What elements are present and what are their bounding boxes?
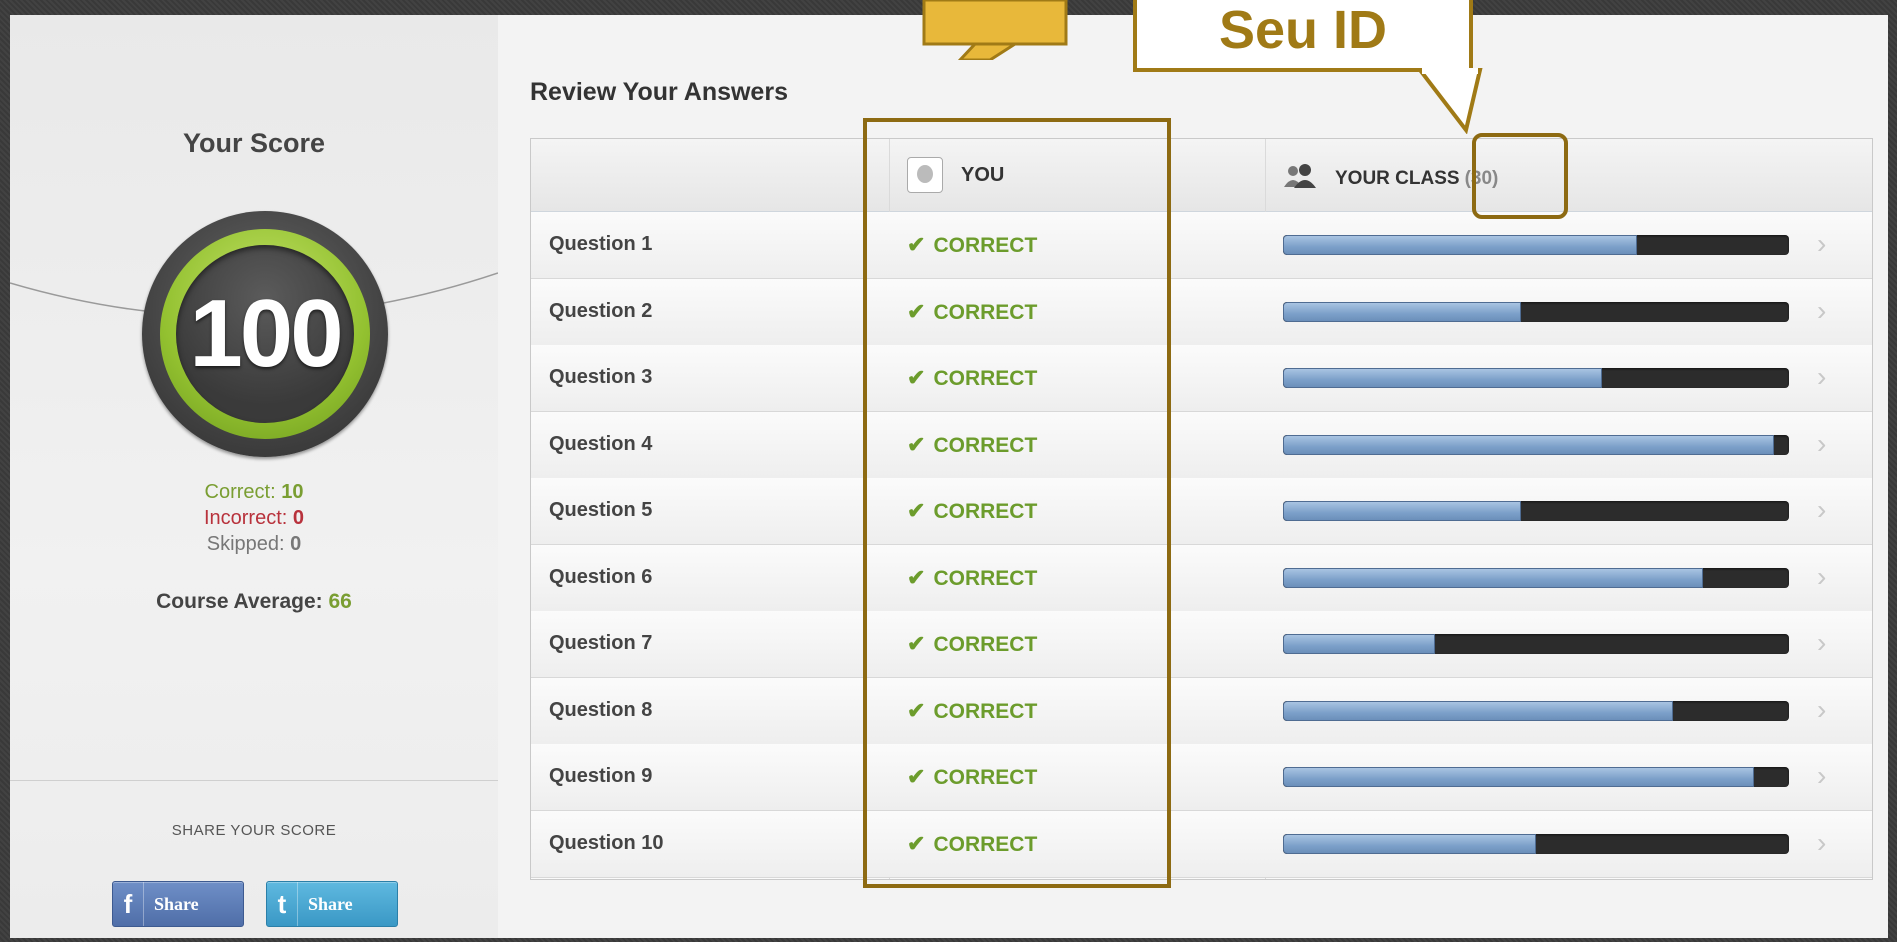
question-label: Question 1 [549,233,653,255]
answers-table: YOU YOUR CLASS (30) Question 1 ✔ CORRECT › Q… [530,138,1873,880]
class-progress-fill [1283,567,1703,588]
course-average-label: Course Average: [156,590,323,613]
stat-skipped: Skipped: 0 [10,533,498,556]
chevron-right-icon[interactable]: › [1817,561,1826,593]
class-progress-bar [1283,700,1789,721]
course-average-value: 66 [328,590,352,613]
score-sidebar: Your Score 100 Correct: 10 Incorrect: 0 … [10,15,499,938]
table-row[interactable]: Question 4 ✔ CORRECT › [531,411,1872,479]
class-column-header: YOUR CLASS (30) [1283,163,1498,195]
chevron-right-icon[interactable]: › [1817,228,1826,260]
table-row[interactable]: Question 1 ✔ CORRECT › [531,212,1872,279]
stat-skipped-label: Skipped: [206,533,285,555]
chevron-right-icon[interactable]: › [1817,694,1826,726]
chevron-right-icon[interactable]: › [1817,361,1826,393]
id-callout: Seu ID [1133,0,1473,72]
class-progress-fill [1283,301,1521,322]
class-progress-bar [1283,235,1789,255]
group-icon [1283,163,1317,195]
table-row[interactable]: Question 7 ✔ CORRECT › [531,611,1872,678]
facebook-share-label: Share [154,893,199,914]
class-progress-fill [1283,833,1536,854]
share-divider [10,780,498,781]
twitter-share-button[interactable]: t Share [266,881,398,927]
stat-incorrect-value: 0 [292,507,305,529]
review-title: Review Your Answers [530,78,788,106]
facebook-icon: f [123,888,133,919]
question-label: Question 8 [549,698,653,721]
question-label: Question 6 [549,565,653,588]
table-row[interactable]: Question 5 ✔ CORRECT › [531,478,1872,545]
chevron-right-icon[interactable]: › [1817,760,1826,792]
score-badge: 100 [142,211,388,457]
twitter-share-label: Share [308,893,353,914]
class-progress-fill [1283,235,1638,255]
question-label: Question 7 [549,632,653,654]
twitter-icon: t [277,888,287,919]
class-progress-bar [1283,434,1789,455]
stat-skipped-value: 0 [290,533,302,555]
class-progress-fill [1283,368,1602,388]
facebook-share-button[interactable]: f Share [112,881,244,927]
table-row[interactable]: Question 6 ✔ CORRECT › [531,544,1872,612]
table-row[interactable]: Question 8 ✔ CORRECT › [531,677,1872,745]
question-label: Question 3 [549,366,653,388]
callout-pointer [1415,68,1483,134]
stat-incorrect: Incorrect: 0 [10,507,498,530]
class-progress-bar [1283,567,1789,588]
stat-correct-value: 10 [281,481,304,503]
chevron-right-icon[interactable]: › [1817,627,1826,659]
score-value: 100 [189,280,343,387]
chevron-right-icon[interactable]: › [1817,494,1826,526]
course-average: Course Average: 66 [10,590,498,614]
class-progress-bar [1283,767,1789,787]
class-progress-fill [1283,501,1521,521]
table-row[interactable]: Question 3 ✔ CORRECT › [531,345,1872,412]
class-progress-fill [1283,634,1435,654]
class-progress-bar [1283,301,1789,322]
class-progress-fill [1283,434,1774,455]
gold-plus-icon [922,0,1068,60]
question-label: Question 5 [549,499,653,521]
class-label: YOUR CLASS [1335,168,1460,189]
question-label: Question 10 [549,831,664,854]
question-label: Question 4 [549,432,653,455]
table-row[interactable]: Question 9 ✔ CORRECT › [531,744,1872,811]
stat-correct-label: Correct: [204,481,276,503]
table-row[interactable]: Question 2 ✔ CORRECT › [531,278,1872,346]
stat-correct: Correct: 10 [10,481,498,504]
table-row[interactable]: Question 10 ✔ CORRECT › [531,810,1872,878]
chevron-right-icon[interactable]: › [1817,827,1826,859]
class-progress-bar [1283,501,1789,521]
share-title: SHARE YOUR SCORE [171,822,337,839]
chevron-right-icon[interactable]: › [1817,428,1826,460]
question-label: Question 9 [549,765,653,787]
class-progress-bar [1283,833,1789,854]
class-progress-fill [1283,767,1754,787]
chevron-right-icon[interactable]: › [1817,295,1826,327]
question-label: Question 2 [549,299,653,322]
class-count-highlight [1472,133,1568,219]
class-progress-bar [1283,634,1789,654]
stat-incorrect-label: Incorrect: [203,507,288,529]
class-progress-fill [1283,700,1673,721]
callout-text: Seu ID [1218,0,1388,60]
score-title: Your Score [182,128,326,158]
table-header: YOU YOUR CLASS (30) [531,139,1872,213]
class-progress-bar [1283,368,1789,388]
you-column-highlight [863,118,1171,888]
